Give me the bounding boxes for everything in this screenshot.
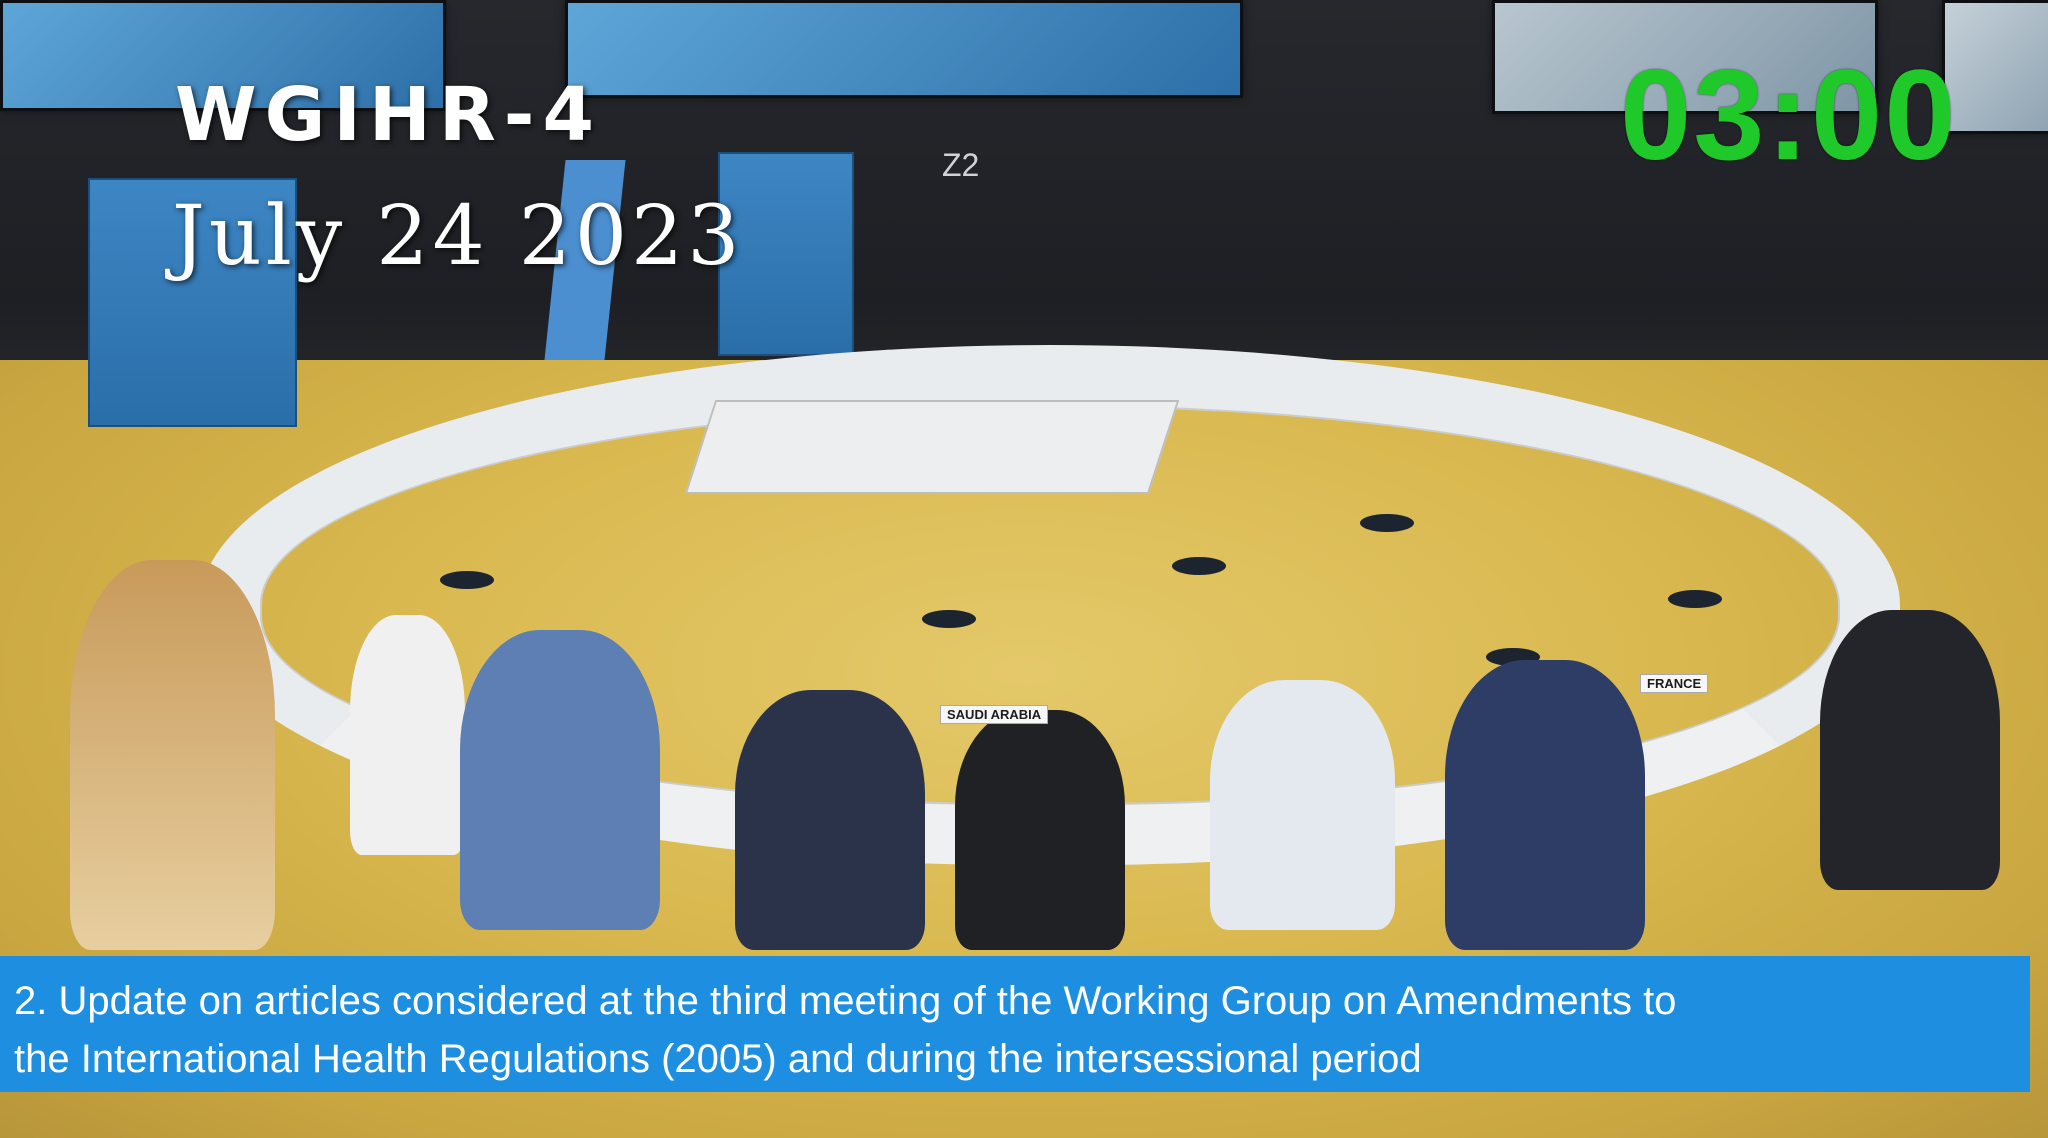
agenda-caption-bar: 2. Update on articles considered at the …	[0, 956, 2030, 1092]
caption-line-2: the International Health Regulations (20…	[14, 1037, 1422, 1081]
seated-delegate	[460, 630, 660, 930]
nameplate-france: FRANCE	[1640, 674, 1709, 693]
seated-delegate	[1445, 660, 1645, 950]
center-display-screen	[565, 0, 1243, 98]
video-frame: Z2 SAUDI ARABIA FRANCE WGIHR-4 July 24 2…	[0, 0, 2048, 1138]
seated-delegate	[350, 615, 465, 855]
seated-delegate	[955, 710, 1125, 950]
caption-line-1: 2. Update on articles considered at the …	[14, 979, 1677, 1023]
inner-table	[684, 400, 1180, 494]
room-sign: Z2	[942, 147, 980, 183]
floor-marker	[440, 571, 494, 589]
nameplate-saudi-arabia: SAUDI ARABIA	[940, 705, 1049, 724]
floor-marker	[922, 610, 976, 628]
seated-delegate	[735, 690, 925, 950]
floor-marker	[1172, 557, 1226, 575]
meeting-title-overlay: WGIHR-4	[175, 72, 603, 158]
floor-marker	[1360, 514, 1414, 532]
floor-marker	[1668, 590, 1722, 608]
far-right-display-screen	[1942, 0, 2048, 134]
standing-delegate	[70, 560, 275, 950]
meeting-date-overlay: July 24 2023	[172, 189, 744, 284]
seated-delegate	[1820, 610, 2000, 890]
countdown-timer: 03:00	[1620, 44, 1958, 187]
seated-delegate	[1210, 680, 1395, 930]
